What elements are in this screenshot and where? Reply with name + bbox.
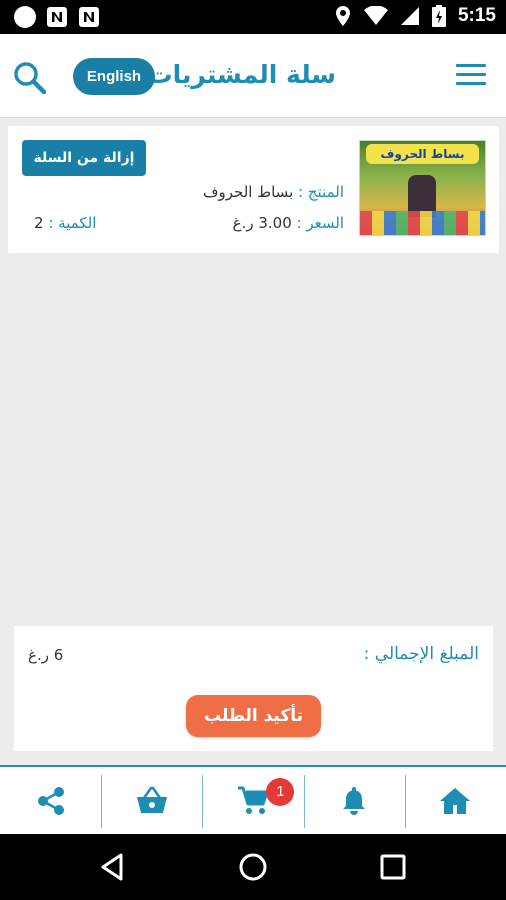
order-summary: المبلغ الإجمالي : 6 ر.غ تأكيد الطلب [14, 626, 493, 751]
product-name: بساط الحروف [202, 183, 294, 201]
language-toggle-button[interactable]: English [73, 58, 155, 95]
product-name-row: المنتج : بساط الحروف [203, 183, 344, 201]
nav-home[interactable] [404, 767, 506, 834]
quantity-value: 2 [34, 214, 44, 232]
battery-icon [431, 5, 446, 27]
nav-share[interactable] [0, 767, 101, 834]
total-value: 6 ر.غ [28, 646, 64, 664]
quantity-label: الكمية : [48, 214, 97, 232]
product-label: المنتج : [298, 183, 344, 201]
signal-icon [400, 7, 419, 25]
search-icon[interactable] [12, 60, 48, 96]
back-icon[interactable] [96, 850, 130, 884]
quantity-row: الكمية : 2 [34, 214, 96, 232]
bell-icon [343, 786, 366, 815]
share-icon [37, 786, 64, 815]
app-bar: سلة المشتريات English [0, 34, 506, 118]
confirm-order-button[interactable]: تأكيد الطلب [186, 695, 321, 737]
cart-icon [238, 786, 269, 814]
nav-basket[interactable] [101, 767, 202, 834]
page-title: سلة المشتريات [147, 60, 336, 89]
system-nav-bar [0, 834, 506, 900]
clock: 5:15 [457, 5, 496, 26]
total-label: المبلغ الإجمالي : [363, 644, 479, 664]
wifi-icon [363, 6, 388, 25]
bottom-nav: 1 [0, 765, 506, 834]
thumbnail-mat [360, 211, 485, 235]
price-value: 3.00 ر.غ [232, 214, 292, 232]
product-thumbnail[interactable]: بساط الحروف [359, 140, 486, 236]
nav-notifications[interactable] [303, 767, 405, 834]
home-icon [440, 787, 471, 814]
recents-icon[interactable] [376, 850, 410, 884]
basket-icon [136, 786, 167, 813]
status-bar: 5:15 [0, 0, 506, 34]
remove-from-cart-button[interactable]: إزالة من السلة [22, 140, 146, 176]
hamburger-menu-icon[interactable] [456, 64, 486, 86]
n-notification-icon [47, 7, 67, 27]
thumbnail-banner: بساط الحروف [366, 144, 479, 164]
price-label: السعر : [296, 214, 344, 232]
cart-count-badge: 1 [266, 778, 295, 806]
home-circle-icon[interactable] [236, 850, 270, 884]
price-row: السعر : 3.00 ر.غ [233, 214, 344, 232]
nav-cart[interactable]: 1 [202, 767, 303, 834]
n-notification-icon [79, 7, 99, 27]
cart-item-card: بساط الحروف إزالة من السلة المنتج : بساط… [8, 126, 499, 253]
location-icon [335, 6, 350, 26]
notification-dot-icon [14, 6, 36, 28]
